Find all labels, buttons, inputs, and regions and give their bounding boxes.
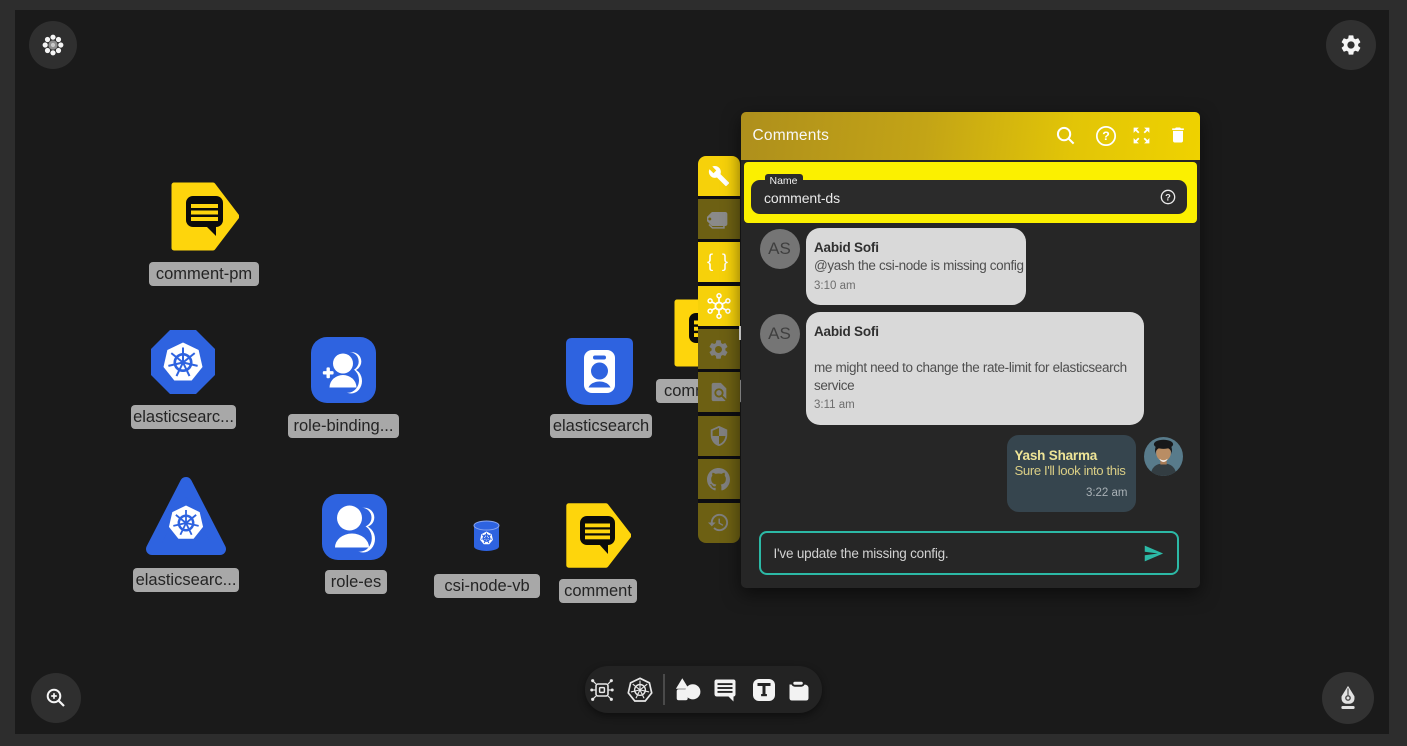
- svg-text:?: ?: [1165, 192, 1171, 202]
- svg-text:?: ?: [1102, 129, 1110, 143]
